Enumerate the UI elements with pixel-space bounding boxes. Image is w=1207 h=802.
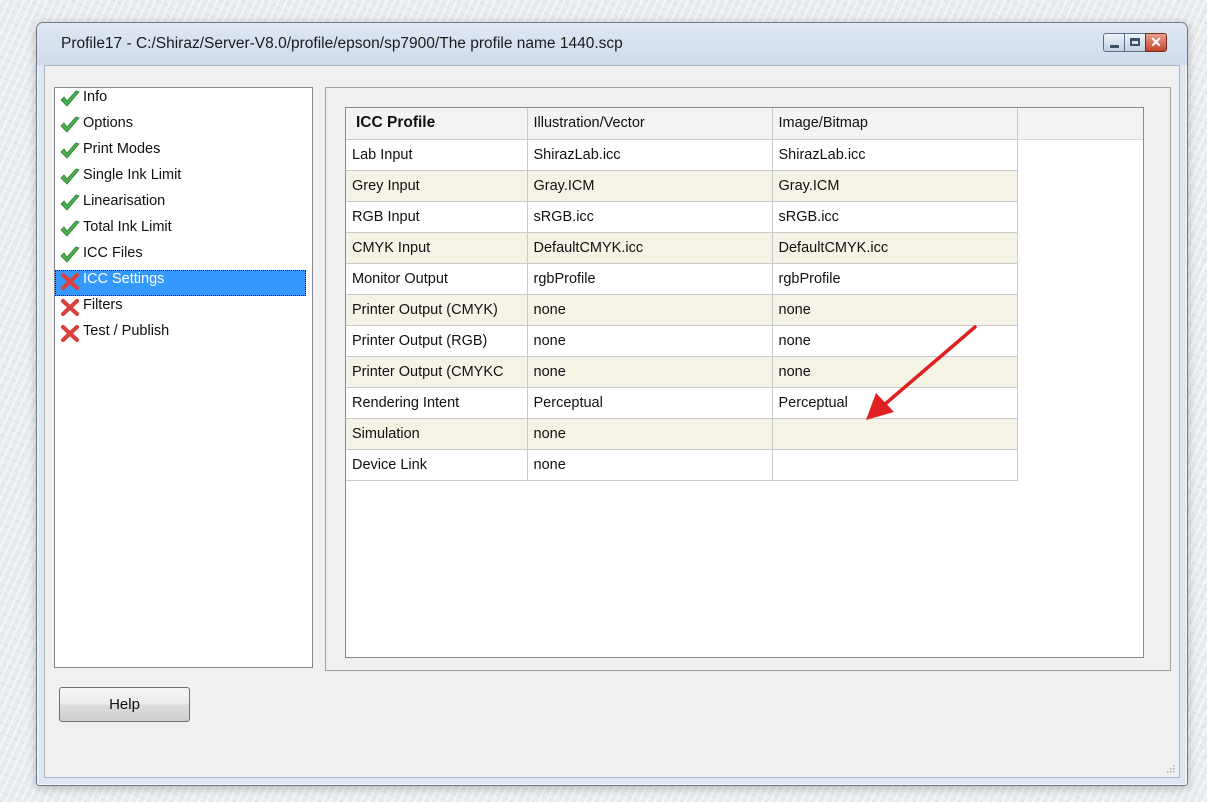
cell-image-bitmap[interactable] xyxy=(771,448,1018,481)
cell-profile-type: Simulation xyxy=(346,417,528,450)
check-icon xyxy=(60,220,80,237)
cell-profile-type: Device Link xyxy=(346,448,528,481)
nav-item-label: Total Ink Limit xyxy=(83,219,172,235)
window-title: Profile17 - C:/Shiraz/Server-V8.0/profil… xyxy=(61,35,623,52)
check-icon xyxy=(60,90,80,107)
nav-item-total-ink-limit[interactable]: Total Ink Limit xyxy=(55,218,306,244)
cell-illustration-vector[interactable]: none xyxy=(526,324,773,357)
cell-profile-type: Lab Input xyxy=(346,138,528,171)
cell-profile-type: Monitor Output xyxy=(346,262,528,295)
check-icon xyxy=(60,168,80,185)
table-row[interactable]: Monitor Output rgbProfile rgbProfile xyxy=(346,262,1018,295)
close-button[interactable]: ✕ xyxy=(1145,33,1167,52)
nav-item-label: Single Ink Limit xyxy=(83,167,182,183)
nav-item-linearisation[interactable]: Linearisation xyxy=(55,192,306,218)
settings-nav-list[interactable]: Info Options Print Modes Single Ink Limit Li… xyxy=(54,87,313,668)
maximize-button[interactable] xyxy=(1124,33,1146,52)
cell-illustration-vector[interactable]: rgbProfile xyxy=(526,262,773,295)
close-icon: ✕ xyxy=(1150,34,1162,50)
check-icon xyxy=(60,142,80,159)
nav-item-label: Filters xyxy=(83,297,123,313)
cell-illustration-vector[interactable]: Perceptual xyxy=(526,386,773,419)
table-row[interactable]: RGB Input sRGB.icc sRGB.icc xyxy=(346,200,1018,233)
cell-illustration-vector[interactable]: none xyxy=(526,417,773,450)
table-row[interactable]: Lab Input ShirazLab.icc ShirazLab.icc xyxy=(346,138,1018,171)
cell-profile-type: Rendering Intent xyxy=(346,386,528,419)
annotation-arrow xyxy=(866,325,977,420)
cell-image-bitmap[interactable]: ShirazLab.icc xyxy=(771,138,1018,171)
resize-grip[interactable] xyxy=(1165,763,1175,773)
nav-item-label: ICC Files xyxy=(83,245,143,261)
cross-icon xyxy=(60,272,80,291)
nav-item-info[interactable]: Info xyxy=(55,88,306,114)
table-row[interactable]: Grey Input Gray.ICM Gray.ICM xyxy=(346,169,1018,202)
cell-illustration-vector[interactable]: none xyxy=(526,293,773,326)
col-header-icc-profile[interactable]: ICC Profile xyxy=(346,108,528,140)
nav-item-icc-files[interactable]: ICC Files xyxy=(55,244,306,270)
nav-item-label: Linearisation xyxy=(83,193,166,209)
col-header-illustration-vector[interactable]: Illustration/Vector xyxy=(526,108,773,140)
check-icon xyxy=(60,116,80,133)
nav-item-label: Options xyxy=(83,115,133,131)
help-button[interactable]: Help xyxy=(59,687,190,722)
title-bar[interactable]: Profile17 - C:/Shiraz/Server-V8.0/profil… xyxy=(37,23,1187,65)
nav-item-test-publish[interactable]: Test / Publish xyxy=(55,322,306,348)
cell-profile-type: Printer Output (RGB) xyxy=(346,324,528,357)
cell-illustration-vector[interactable]: ShirazLab.icc xyxy=(526,138,773,171)
nav-item-label: Test / Publish xyxy=(83,323,170,339)
cell-illustration-vector[interactable]: DefaultCMYK.icc xyxy=(526,231,773,264)
cell-illustration-vector[interactable]: sRGB.icc xyxy=(526,200,773,233)
minimize-button[interactable] xyxy=(1103,33,1125,52)
check-icon xyxy=(60,194,80,211)
nav-item-label: Print Modes xyxy=(83,141,161,157)
grid-header-row: ICC Profile Illustration/Vector Image/Bi… xyxy=(346,108,1018,140)
nav-item-options[interactable]: Options xyxy=(55,114,306,140)
nav-item-label: ICC Settings xyxy=(83,271,165,287)
cell-image-bitmap[interactable]: Gray.ICM xyxy=(771,169,1018,202)
cell-profile-type: CMYK Input xyxy=(346,231,528,264)
col-header-image-bitmap[interactable]: Image/Bitmap xyxy=(771,108,1018,140)
profile-window: Profile17 - C:/Shiraz/Server-V8.0/profil… xyxy=(36,22,1188,786)
cell-profile-type: Printer Output (CMYKC xyxy=(346,355,528,388)
icc-settings-grid[interactable]: ICC Profile Illustration/Vector Image/Bi… xyxy=(345,107,1144,658)
cell-illustration-vector[interactable]: none xyxy=(526,448,773,481)
cell-profile-type: RGB Input xyxy=(346,200,528,233)
cross-icon xyxy=(60,324,80,343)
nav-item-icc-settings[interactable]: ICC Settings xyxy=(55,270,306,296)
nav-item-print-modes[interactable]: Print Modes xyxy=(55,140,306,166)
cell-illustration-vector[interactable]: Gray.ICM xyxy=(526,169,773,202)
maximize-icon xyxy=(1130,38,1140,46)
cell-profile-type: Grey Input xyxy=(346,169,528,202)
table-row[interactable]: CMYK Input DefaultCMYK.icc DefaultCMYK.icc xyxy=(346,231,1018,264)
window-controls: ✕ xyxy=(1103,33,1167,54)
cell-illustration-vector[interactable]: none xyxy=(526,355,773,388)
table-row[interactable]: Device Link none xyxy=(346,448,1018,481)
cell-image-bitmap[interactable]: rgbProfile xyxy=(771,262,1018,295)
cell-profile-type: Printer Output (CMYK) xyxy=(346,293,528,326)
dialog-client-area: Info Options Print Modes Single Ink Limit Li… xyxy=(44,65,1180,778)
nav-item-filters[interactable]: Filters xyxy=(55,296,306,322)
cell-image-bitmap[interactable]: sRGB.icc xyxy=(771,200,1018,233)
nav-item-label: Info xyxy=(83,89,108,105)
minimize-icon xyxy=(1110,45,1119,48)
cross-icon xyxy=(60,298,80,317)
check-icon xyxy=(60,246,80,263)
nav-item-single-ink-limit[interactable]: Single Ink Limit xyxy=(55,166,306,192)
cell-image-bitmap[interactable]: DefaultCMYK.icc xyxy=(771,231,1018,264)
